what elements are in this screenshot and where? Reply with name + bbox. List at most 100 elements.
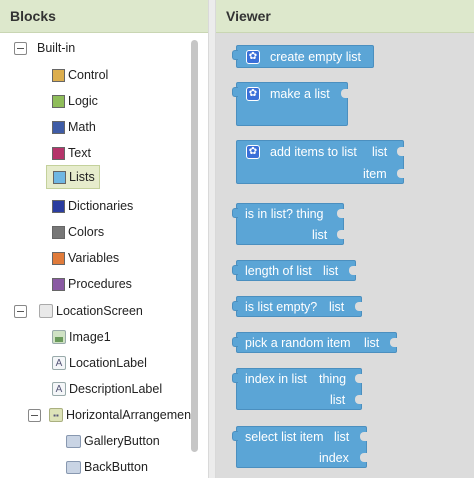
block-label: make a list <box>270 87 330 101</box>
block-label: pick a random item <box>245 336 351 350</box>
tree-item-horizontal-arrangement[interactable]: ▪▪ HorizontalArrangemen <box>28 403 191 427</box>
tree-item-variables[interactable]: Variables <box>52 246 119 270</box>
input-socket <box>355 374 362 383</box>
pick-random-item-block[interactable]: pick a random item list <box>232 332 397 353</box>
tree-item-label: Colors <box>68 225 105 239</box>
input-socket <box>360 453 367 462</box>
tree-item-colors[interactable]: Colors <box>52 220 104 244</box>
blocks-panel: Blocks Built-in Control Logic Math Text … <box>0 0 208 478</box>
tree-item-text[interactable]: Text <box>52 141 91 165</box>
tree-item-label: Procedures <box>68 277 132 291</box>
index-in-list-block[interactable]: index in list thing list <box>232 368 362 410</box>
tree-item-label: Text <box>68 146 91 160</box>
tree-item-control[interactable]: Control <box>52 63 108 87</box>
tree-item-location-label[interactable]: A LocationLabel <box>52 351 147 375</box>
output-connector <box>232 337 238 347</box>
button-icon <box>66 460 81 474</box>
tree-item-label: Dictionaries <box>68 199 134 213</box>
tree-item-dictionaries[interactable]: Dictionaries <box>52 194 133 218</box>
tree-item-image1[interactable]: Image1 <box>52 325 111 349</box>
tree-item-back-button[interactable]: BackButton <box>66 455 148 478</box>
dictionaries-color-icon <box>52 199 65 213</box>
tree-item-label: LocationLabel <box>69 356 147 370</box>
block-label: is in list? thing <box>245 207 324 221</box>
math-color-icon <box>52 120 65 134</box>
socket-label-list: list <box>312 228 328 242</box>
collapse-icon[interactable] <box>28 408 41 422</box>
screen-icon <box>39 304 53 318</box>
socket-label-index: index <box>319 451 349 465</box>
input-socket <box>355 302 362 311</box>
label-icon: A <box>52 356 66 370</box>
socket-label-list: list <box>329 300 345 314</box>
socket-label-thing: thing <box>319 372 347 386</box>
tree-item-label: BackButton <box>84 460 148 474</box>
tree-item-procedures[interactable]: Procedures <box>52 272 132 296</box>
block-label: create empty list <box>270 50 362 64</box>
tree-scrollbar[interactable] <box>191 40 198 452</box>
socket-label-list: list <box>372 145 388 159</box>
is-in-list-block[interactable]: is in list? thing list <box>232 203 344 245</box>
label-icon: A <box>52 382 66 396</box>
output-connector <box>232 208 238 218</box>
variables-color-icon <box>52 251 65 265</box>
tree-item-label: DescriptionLabel <box>69 382 163 396</box>
block-label: index in list <box>245 372 307 386</box>
input-socket <box>341 89 348 98</box>
tree-item-label: GalleryButton <box>84 434 160 448</box>
length-of-list-block[interactable]: length of list list <box>232 260 356 281</box>
tree-item-location-screen[interactable]: LocationScreen <box>14 299 143 323</box>
block-label: is list empty? <box>245 300 318 314</box>
socket-label-list: list <box>323 264 339 278</box>
input-socket <box>397 169 404 178</box>
input-socket <box>349 266 356 275</box>
mutator-gear-icon[interactable]: ✿ <box>246 145 260 159</box>
block-label: add items to list <box>270 145 357 159</box>
colors-color-icon <box>52 225 65 239</box>
tree-item-label: Logic <box>68 94 98 108</box>
mutator-gear-icon[interactable]: ✿ <box>246 87 260 101</box>
collapse-icon[interactable] <box>14 41 27 55</box>
socket-label-list: list <box>364 336 380 350</box>
input-socket <box>337 230 344 239</box>
output-connector <box>232 373 238 383</box>
block-label: select list item <box>245 430 324 444</box>
block-label: length of list <box>245 264 312 278</box>
is-list-empty-block[interactable]: is list empty? list <box>232 296 362 317</box>
tree-item-label: HorizontalArrangemen <box>66 408 192 422</box>
blocks-tree: Built-in Control Logic Math Text Lists D… <box>0 33 200 478</box>
input-socket <box>390 338 397 347</box>
input-socket <box>337 209 344 218</box>
socket-label-list: list <box>334 430 350 444</box>
viewer-panel-title: Viewer <box>216 0 474 33</box>
tree-item-label: Built-in <box>37 41 76 55</box>
socket-label-list: list <box>330 393 346 407</box>
tree-item-logic[interactable]: Logic <box>52 89 98 113</box>
tree-item-description-label[interactable]: A DescriptionLabel <box>52 377 162 401</box>
add-items-to-list-block[interactable]: ✿ add items to list list item <box>236 140 404 184</box>
button-icon <box>66 434 81 448</box>
select-list-item-block[interactable]: select list item list index <box>232 426 367 468</box>
horizontal-arrangement-icon: ▪▪ <box>49 408 63 422</box>
create-empty-list-block[interactable]: ✿ create empty list <box>232 45 374 68</box>
socket-label-item: item <box>363 167 387 181</box>
tree-item-lists[interactable]: Lists <box>46 165 100 189</box>
lists-color-icon <box>53 170 66 184</box>
output-connector <box>232 50 238 60</box>
mutator-gear-icon[interactable]: ✿ <box>246 50 260 64</box>
tree-item-label: Control <box>68 68 109 82</box>
input-socket <box>360 432 367 441</box>
viewer-panel: Viewer ✿ create empty list ✿ make a list… <box>216 0 474 478</box>
input-socket <box>355 395 362 404</box>
collapse-icon[interactable] <box>14 304 27 318</box>
image-icon <box>52 330 66 344</box>
make-a-list-block[interactable]: ✿ make a list <box>232 82 348 126</box>
tree-item-label: LocationScreen <box>56 304 143 318</box>
tree-item-math[interactable]: Math <box>52 115 96 139</box>
tree-item-built-in[interactable]: Built-in <box>14 36 75 60</box>
tree-item-gallery-button[interactable]: GalleryButton <box>66 429 160 453</box>
tree-item-label: Image1 <box>69 330 111 344</box>
panel-divider[interactable] <box>208 0 216 478</box>
output-connector <box>232 87 238 97</box>
input-socket <box>397 147 404 156</box>
